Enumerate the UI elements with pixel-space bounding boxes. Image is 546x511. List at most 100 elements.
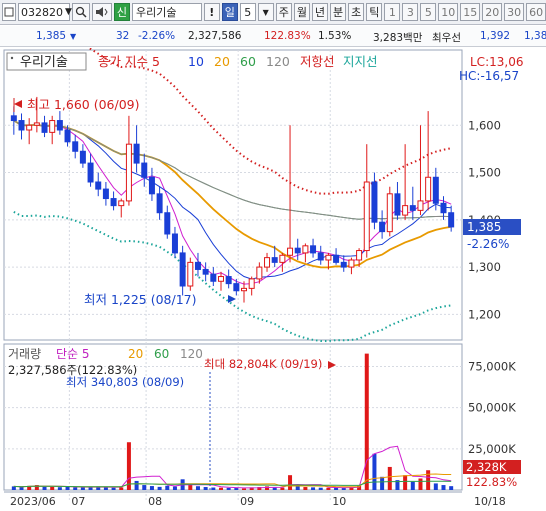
volume-bar [195, 486, 200, 490]
volume-value: 2,327,586 [188, 30, 242, 42]
candle-body [371, 181, 378, 223]
low-label: 최저 1,225 (08/17) [84, 292, 197, 307]
period-dropdown[interactable]: ▼ [257, 3, 274, 21]
volume-bar [372, 453, 377, 490]
chart-icon[interactable] [2, 3, 16, 21]
volume-bar [134, 480, 139, 490]
candle-body [33, 122, 40, 126]
volume-bar [449, 486, 454, 490]
x-tick-label: 09 [240, 495, 254, 508]
tab-week[interactable]: 주 [275, 3, 292, 21]
legend-ma-20: 20 [214, 54, 230, 69]
candle-body [294, 247, 301, 254]
candle-body [379, 221, 386, 233]
trade-amount: 3,283백만 [373, 32, 423, 44]
volume-bar [172, 486, 177, 490]
volume-bar [288, 475, 293, 490]
volume-bar [211, 487, 216, 490]
interval-5[interactable]: 5 [420, 3, 437, 21]
speaker-button[interactable] [91, 3, 112, 21]
volume-bar [410, 481, 415, 490]
legend-ma-title: 종가 지수 5 [98, 54, 160, 69]
volume-bar [157, 486, 162, 490]
stock-name-field[interactable]: 우리기술 [131, 3, 202, 21]
candle-body [440, 202, 447, 214]
candle-body [256, 266, 263, 280]
candle-body [233, 283, 240, 292]
legend-ma-10: 10 [188, 54, 204, 69]
candle-body [148, 176, 155, 195]
volume-bar [311, 487, 316, 490]
candle-body [217, 276, 224, 282]
tab-second[interactable]: 초 [348, 3, 365, 21]
current-price: 1,385 [36, 30, 67, 42]
x-tick-label: 2023/06 [10, 495, 56, 508]
legend-stock: 우리기술 [20, 55, 68, 70]
candle-body [325, 254, 332, 261]
interval-3[interactable]: 3 [402, 3, 419, 21]
interval-1[interactable]: 1 [384, 3, 401, 21]
candle-body [49, 120, 56, 133]
interval-60[interactable]: 60 [526, 3, 546, 21]
candle-body [348, 259, 355, 268]
tab-month[interactable]: 월 [293, 3, 310, 21]
interval-15[interactable]: 15 [460, 3, 481, 21]
volume-bar [165, 485, 170, 490]
search-button[interactable] [71, 3, 90, 21]
volume-tick-label: 25,000K [468, 442, 516, 456]
chevron-down-icon[interactable]: ▼ [65, 7, 72, 17]
current-price-tag: 1,385 -2.26% [463, 219, 521, 251]
alert-button[interactable]: ! [203, 3, 220, 21]
volume-bar [318, 487, 323, 490]
candle-body [102, 188, 109, 200]
volume-bar [203, 487, 208, 490]
volume-bar [234, 488, 239, 490]
candle-body [317, 252, 324, 261]
volume-min-label: 최저 340,803 (08/09) [66, 375, 184, 389]
tab-tick[interactable]: 틱 [366, 3, 383, 21]
volume-bar [418, 478, 423, 490]
candle-body [87, 162, 94, 183]
interval-20[interactable]: 20 [482, 3, 503, 21]
candle-body [248, 278, 255, 289]
search-icon [75, 6, 87, 18]
current-change-label: -2.26% [467, 237, 509, 251]
tab-year[interactable]: 년 [311, 3, 329, 21]
price-tick-label: 1,200 [468, 307, 501, 321]
price-change: 32 [116, 30, 130, 42]
price-summary-bar: 1,385 ▼ 32 -2.26% 2,327,586 122.83% 1.53… [0, 26, 546, 47]
tab-minute[interactable]: 분 [330, 3, 347, 21]
interval-10[interactable]: 10 [438, 3, 459, 21]
candle-body [141, 162, 148, 178]
candle-body [310, 245, 317, 254]
volume-bar [73, 487, 78, 490]
volume-legend-title: 거래량 [8, 347, 41, 361]
candle-body [225, 276, 232, 285]
candle-body [95, 181, 102, 190]
interval-30[interactable]: 30 [504, 3, 525, 21]
stock-code-input[interactable]: 032820 ▼ [17, 3, 72, 21]
candle-body [26, 124, 33, 131]
volume-bar [80, 487, 85, 490]
volume-bar [387, 466, 392, 490]
candle-body [118, 200, 125, 207]
candle-body [164, 212, 171, 235]
chevron-down-icon: ▼ [262, 7, 269, 17]
candle-body [179, 252, 186, 287]
volume-bar [142, 485, 147, 490]
dot-icon [10, 56, 14, 60]
current-volume-pct: 122.83% [466, 475, 517, 489]
tab-day[interactable]: 일 [221, 3, 238, 21]
best-quote-label: 최우선 [432, 32, 461, 44]
candle-body [448, 212, 455, 228]
volume-bar [380, 476, 385, 490]
current-volume-tag: 2,328K 122.83% [463, 460, 521, 489]
high-annotation: 최고 1,660 (06/09) [13, 97, 140, 112]
candle-body [409, 205, 416, 211]
x-tick-label: 10/18 [474, 495, 506, 508]
candle-body [125, 143, 132, 202]
volume-bar [57, 487, 62, 490]
stock-chart[interactable]: 1,6001,5001,4001,3001,20075,000K50,000K2… [0, 48, 546, 511]
volume-tick-label: 75,000K [468, 359, 516, 373]
period-input[interactable]: 5 [239, 3, 256, 21]
